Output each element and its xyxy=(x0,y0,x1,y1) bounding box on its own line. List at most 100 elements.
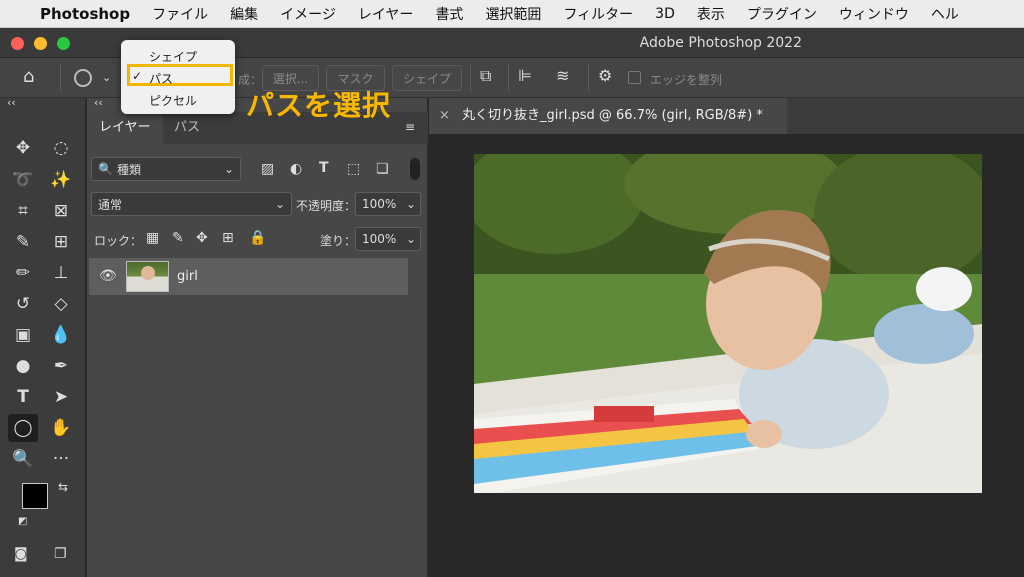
minimize-window-button[interactable] xyxy=(34,37,47,50)
path-arrangement-icon[interactable]: ≋ xyxy=(556,66,569,85)
menu-layer[interactable]: レイヤー xyxy=(358,4,414,24)
divider xyxy=(60,64,61,92)
move-tool-icon[interactable]: ✥ xyxy=(8,134,38,162)
smart-object-filter-icon[interactable]: ❏ xyxy=(376,161,389,177)
search-icon: 🔍 xyxy=(98,162,113,176)
path-alignment-icon[interactable]: ⊫ xyxy=(518,66,532,85)
mode-option-shape[interactable]: シェイプ xyxy=(149,48,197,65)
home-icon[interactable]: ⌂ xyxy=(23,66,34,87)
type-tool-icon[interactable]: T xyxy=(8,383,38,411)
menu-view[interactable]: 表示 xyxy=(697,4,725,24)
divider xyxy=(470,64,471,92)
gradient-tool-icon[interactable]: ▣ xyxy=(8,321,38,349)
tab-paths[interactable]: パス xyxy=(162,112,212,144)
menu-plugins[interactable]: プラグイン xyxy=(747,4,817,24)
history-brush-tool-icon[interactable]: ↺ xyxy=(8,290,38,318)
lock-all-icon[interactable]: 🔒 xyxy=(249,230,266,246)
filter-value: 種類 xyxy=(116,162,141,177)
blend-mode-value: 通常 xyxy=(98,197,123,212)
document-title: 丸く切り抜き_girl.psd @ 66.7% (girl, RGB/8#) * xyxy=(462,108,763,123)
path-operations-icon[interactable]: ⧉ xyxy=(480,66,491,86)
divider xyxy=(588,64,589,92)
blur-tool-icon[interactable]: 💧 xyxy=(46,321,76,349)
type-filter-icon[interactable]: T xyxy=(319,160,329,176)
close-window-button[interactable] xyxy=(11,37,24,50)
mode-option-pixel[interactable]: ピクセル xyxy=(149,92,197,109)
lock-position-icon[interactable]: ✥ xyxy=(196,230,208,246)
menu-help[interactable]: ヘル xyxy=(931,4,959,24)
tool-mode-dropdown: シェイプ ✓ パス ピクセル xyxy=(121,40,235,114)
hand-tool-icon[interactable]: ✋ xyxy=(46,414,76,442)
make-shape-button[interactable]: シェイプ xyxy=(392,65,462,91)
fill-input[interactable]: 100% ⌄ xyxy=(355,227,421,251)
default-colors-icon[interactable]: ◩ xyxy=(18,516,27,527)
document-tab[interactable]: × 丸く切り抜き_girl.psd @ 66.7% (girl, RGB/8#)… xyxy=(429,98,787,134)
swap-colors-icon[interactable]: ⇆ xyxy=(58,480,68,494)
blend-mode-select[interactable]: 通常 ⌄ xyxy=(91,192,292,216)
menu-select[interactable]: 選択範囲 xyxy=(485,4,541,24)
ellipse-marquee-tool-icon[interactable]: ◌ xyxy=(46,134,76,162)
panel-menu-icon[interactable]: ≡ xyxy=(405,120,415,134)
fill-value: 100% xyxy=(362,232,397,246)
filter-toggle[interactable] xyxy=(410,158,420,180)
screen-mode-icon[interactable]: ❐ xyxy=(54,546,67,562)
eraser-tool-icon[interactable]: ◇ xyxy=(46,290,76,318)
menu-3d[interactable]: 3D xyxy=(655,6,675,22)
tab-layers[interactable]: レイヤー xyxy=(87,112,163,144)
ellipse-tool-icon[interactable]: ◯ xyxy=(8,414,38,442)
spot-healing-tool-icon[interactable]: ⊞ xyxy=(46,228,76,256)
menu-bar: Photoshop ファイル 編集 イメージ レイヤー 書式 選択範囲 フィルタ… xyxy=(0,0,1024,28)
pixel-filter-icon[interactable]: ▨ xyxy=(261,161,274,177)
layer-row[interactable]: 👁 girl xyxy=(89,258,408,295)
pen-tool-icon[interactable]: ✒ xyxy=(46,352,76,380)
tools-panel: ‹‹ ✥ ◌ ➰ ✨ ⌗ ⊠ ✎ ⊞ ✏ ⊥ ↺ ◇ ▣ 💧 ● ✒ T ➤ ◯… xyxy=(0,96,86,577)
opacity-label: 不透明度： xyxy=(296,199,357,213)
shape-filter-icon[interactable]: ⬚ xyxy=(347,161,360,177)
more-tools-icon[interactable]: ··· xyxy=(46,445,76,473)
frame-tool-icon[interactable]: ⊠ xyxy=(46,197,76,225)
photo-image xyxy=(474,154,982,493)
menu-filter[interactable]: フィルター xyxy=(563,4,633,24)
menu-image[interactable]: イメージ xyxy=(280,4,336,24)
chevron-down-icon[interactable]: ⌄ xyxy=(102,71,111,84)
magic-wand-tool-icon[interactable]: ✨ xyxy=(46,166,76,194)
menu-edit[interactable]: 編集 xyxy=(230,4,258,24)
eyedropper-tool-icon[interactable]: ✎ xyxy=(8,228,38,256)
lasso-tool-icon[interactable]: ➰ xyxy=(8,166,38,194)
layer-filter-select[interactable]: 🔍 種類 ⌄ xyxy=(91,157,241,181)
lock-pixels-icon[interactable]: ✎ xyxy=(172,230,184,246)
app-menu[interactable]: Photoshop xyxy=(40,5,130,23)
stamp-tool-icon[interactable]: ⊥ xyxy=(46,259,76,287)
crop-tool-icon[interactable]: ⌗ xyxy=(8,197,38,225)
ellipse-tool-preset-icon[interactable] xyxy=(74,69,92,87)
mode-option-path[interactable]: パス xyxy=(149,70,173,87)
collapse-icon[interactable]: ‹‹ xyxy=(7,96,16,109)
close-icon[interactable]: × xyxy=(439,108,450,123)
path-selection-tool-icon[interactable]: ➤ xyxy=(46,383,76,411)
lock-transparency-icon[interactable]: ▦ xyxy=(146,230,159,246)
eye-icon[interactable]: 👁 xyxy=(99,268,117,284)
adjustment-filter-icon[interactable]: ◐ xyxy=(290,161,302,177)
annotation-caption: パスを選択 xyxy=(246,89,392,122)
chevron-down-icon: ⌄ xyxy=(405,197,416,211)
quick-mask-icon[interactable]: ◙ xyxy=(14,546,28,562)
zoom-window-button[interactable] xyxy=(57,37,70,50)
menu-window[interactable]: ウィンドウ xyxy=(839,4,909,24)
brush-tool-icon[interactable]: ✏ xyxy=(8,259,38,287)
zoom-tool-icon[interactable]: 🔍 xyxy=(8,445,38,473)
document-photo xyxy=(474,154,982,493)
gear-icon[interactable]: ⚙ xyxy=(598,66,612,85)
lock-artboard-icon[interactable]: ⊞ xyxy=(222,230,234,246)
fill-label: 塗り： xyxy=(320,234,357,248)
chevron-down-icon: ⌄ xyxy=(405,232,416,246)
collapse-icon[interactable]: ‹‹ xyxy=(94,96,103,109)
opacity-input[interactable]: 100% ⌄ xyxy=(355,192,421,216)
dodge-tool-icon[interactable]: ● xyxy=(8,352,38,380)
menu-type[interactable]: 書式 xyxy=(435,4,463,24)
chevron-down-icon: ⌄ xyxy=(274,197,285,211)
align-edges-checkbox[interactable] xyxy=(628,71,641,84)
selected-option-highlight xyxy=(127,64,233,86)
foreground-color-swatch[interactable] xyxy=(22,483,48,509)
canvas-area[interactable] xyxy=(429,134,1024,577)
menu-file[interactable]: ファイル xyxy=(152,4,208,24)
